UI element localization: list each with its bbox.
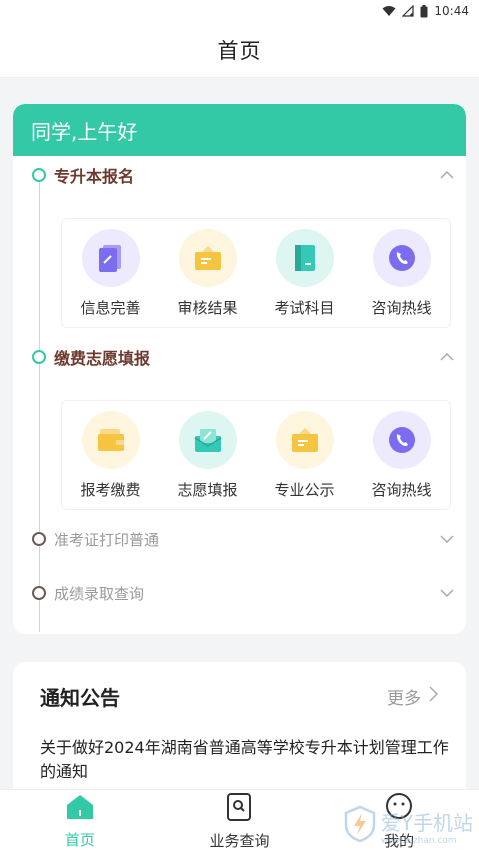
timeline-dot (32, 168, 46, 182)
grid-item-subjects[interactable]: 考试科目 (257, 228, 353, 318)
section-header-admission-ticket[interactable]: 准考证打印普通 (13, 524, 466, 554)
folder-check-icon (178, 228, 237, 287)
section-header-registration[interactable]: 专升本报名 (13, 160, 466, 190)
section-title: 准考证打印普通 (54, 530, 160, 549)
timeline-dot (32, 532, 46, 546)
grid-label: 咨询热线 (371, 298, 432, 317)
grid-label: 志愿填报 (177, 480, 238, 499)
book-icon (275, 228, 334, 287)
status-time: 10:44 (434, 4, 469, 18)
chevron-down-icon[interactable] (440, 532, 454, 546)
section-header-scores[interactable]: 成绩录取查询 (13, 578, 466, 608)
wallet-icon (81, 410, 140, 469)
watermark-sub: www.aizhan.com (380, 835, 457, 846)
greeting-banner: 同学,上午好 (13, 104, 466, 156)
grid-item-payment[interactable]: 报考缴费 (63, 410, 159, 500)
tab-label: 首页 (64, 831, 95, 849)
chevron-up-icon[interactable] (440, 350, 454, 364)
process-card: 同学,上午好 专升本报名 信息完善 审核结果 考试科目 咨询热线 缴费志愿填报 … (13, 104, 466, 634)
section-header-payment[interactable]: 缴费志愿填报 (13, 342, 466, 372)
grid-item-review[interactable]: 审核结果 (160, 228, 256, 318)
page-title: 首页 (217, 38, 262, 63)
timeline-dot (32, 350, 46, 364)
notice-title: 通知公告 (40, 686, 120, 710)
phone-icon (372, 410, 431, 469)
folder-check-icon (275, 410, 334, 469)
section-title: 缴费志愿填报 (54, 349, 151, 368)
chevron-right-icon (429, 686, 439, 707)
shield-bolt-icon (343, 805, 377, 847)
registration-grid: 信息完善 审核结果 考试科目 咨询热线 (61, 218, 451, 328)
home-icon (65, 793, 95, 825)
payment-grid: 报考缴费 志愿填报 专业公示 咨询热线 (61, 400, 451, 510)
tab-label: 业务查询 (209, 832, 270, 850)
grid-item-hotline[interactable]: 咨询热线 (354, 410, 450, 500)
watermark-text: 爱Y手机站 (380, 810, 473, 835)
grid-item-application[interactable]: 志愿填报 (160, 410, 256, 500)
battery-icon (420, 4, 428, 18)
notice-card: 通知公告 更多 关于做好2024年湖南省普通高等学校专升本计划管理工作的通知 (13, 662, 466, 802)
section-title: 成绩录取查询 (54, 584, 145, 603)
status-bar: 10:44 (0, 0, 479, 22)
document-edit-icon (81, 228, 140, 287)
grid-item-info[interactable]: 信息完善 (63, 228, 159, 318)
tab-business-query[interactable]: 业务查询 (179, 792, 299, 851)
timeline-line (39, 172, 40, 632)
grid-label: 专业公示 (274, 480, 335, 499)
tab-home[interactable]: 首页 (20, 793, 140, 850)
envelope-edit-icon (178, 410, 237, 469)
app-header: 首页 (0, 22, 479, 78)
greeting-text: 同学,上午好 (31, 119, 138, 144)
grid-item-hotline[interactable]: 咨询热线 (354, 228, 450, 318)
grid-item-majors[interactable]: 专业公示 (257, 410, 353, 500)
watermark: 爱Y手机站 www.aizhan.com (343, 805, 473, 847)
grid-label: 咨询热线 (371, 480, 432, 499)
wifi-icon (382, 5, 396, 17)
signal-icon (402, 5, 415, 17)
section-title: 专升本报名 (54, 167, 135, 186)
timeline-dot (32, 586, 46, 600)
grid-label: 考试科目 (274, 298, 335, 317)
chevron-down-icon[interactable] (440, 586, 454, 600)
search-doc-icon (226, 792, 252, 826)
phone-icon (372, 228, 431, 287)
more-link[interactable]: 更多 (387, 684, 439, 709)
grid-label: 报考缴费 (80, 480, 141, 499)
grid-label: 审核结果 (177, 298, 238, 317)
grid-label: 信息完善 (80, 298, 141, 317)
chevron-up-icon[interactable] (440, 168, 454, 182)
notice-item[interactable]: 关于做好2024年湖南省普通高等学校专升本计划管理工作的通知 (40, 736, 450, 784)
more-label: 更多 (387, 689, 421, 709)
